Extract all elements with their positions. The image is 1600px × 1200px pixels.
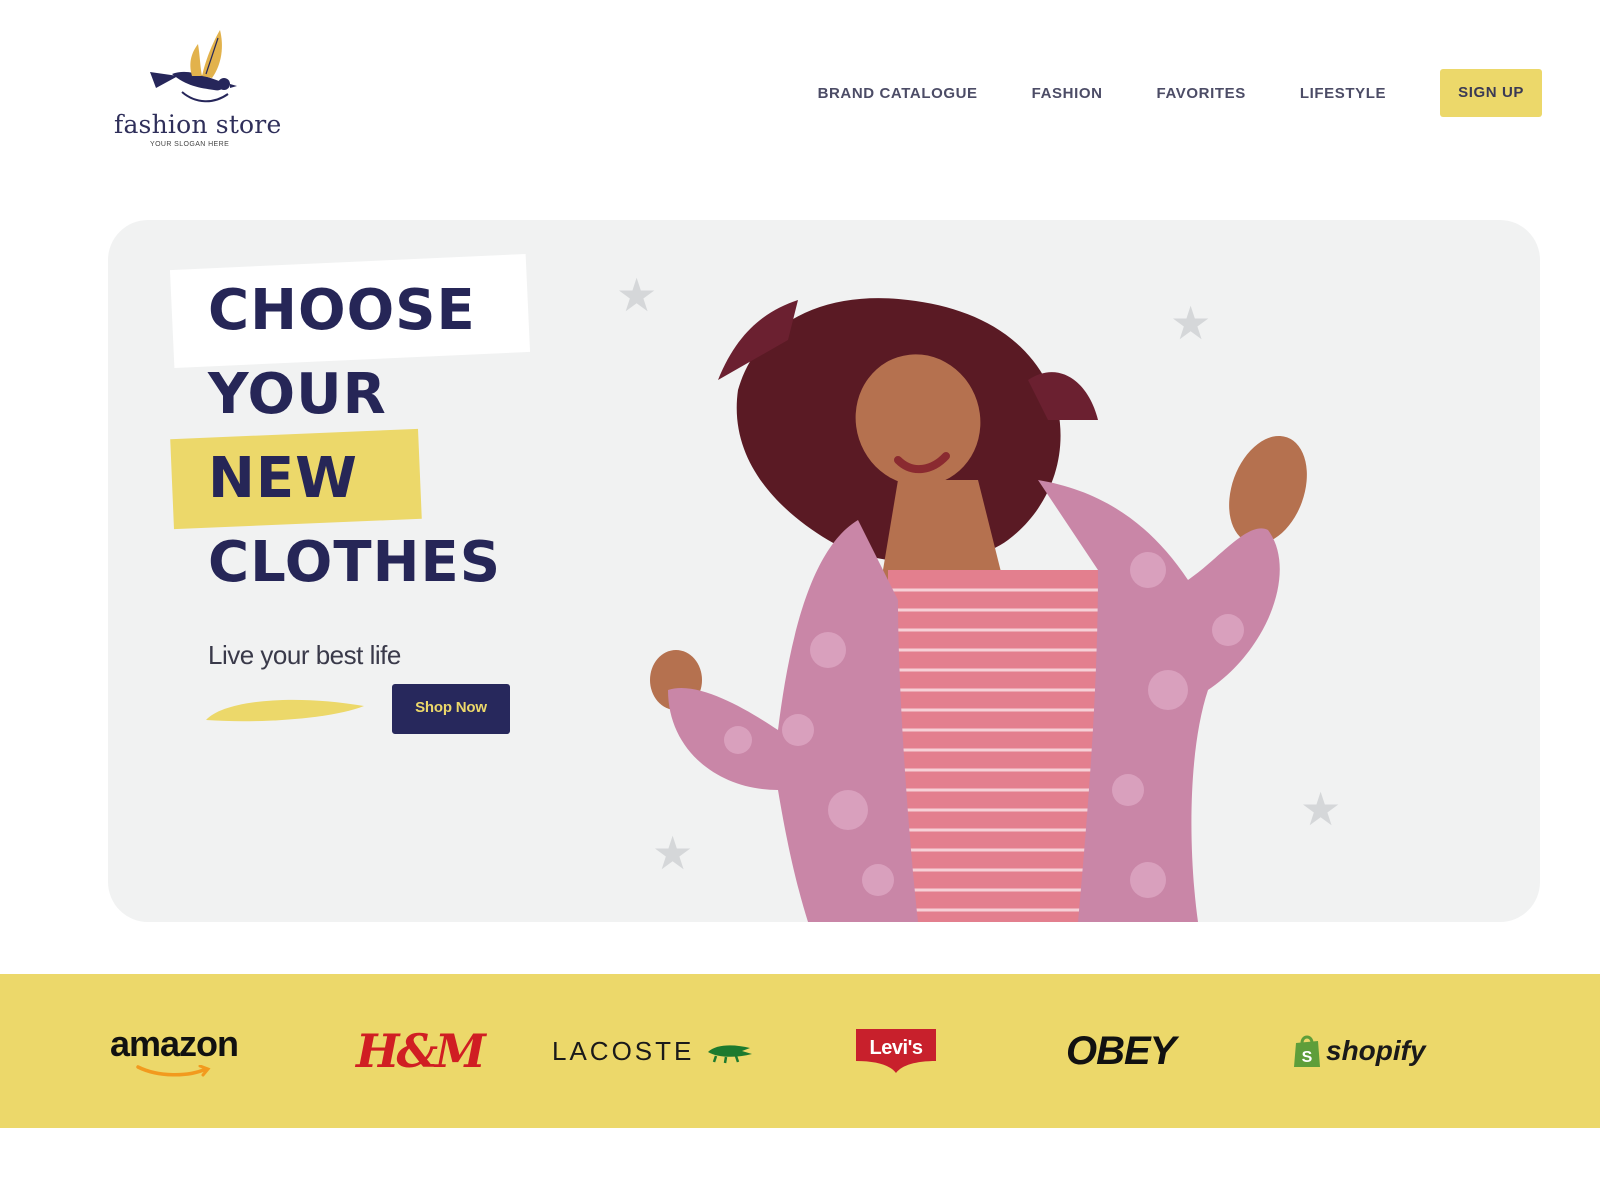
hero-tagline: Live your best life (208, 640, 401, 670)
brand-slogan: YOUR SLOGAN HERE (150, 141, 230, 148)
brand-logos-strip: amazon H&M LACOSTE Levi's OBEY S shopify (0, 974, 1600, 1128)
brand-obey[interactable]: OBEY (1066, 974, 1176, 1128)
brush-swoosh (206, 699, 364, 722)
logo[interactable]: fashion store YOUR SLOGAN HERE (110, 28, 282, 158)
swallow-bird-icon (150, 30, 237, 103)
headline-line-1: CHOOSE (208, 278, 476, 343)
amazon-smile-icon (136, 1065, 211, 1077)
nav-favorites[interactable]: FAVORITES (1157, 85, 1246, 102)
levis-batwing-icon: Levi's (856, 1029, 936, 1073)
nav-brand-catalogue[interactable]: BRAND CATALOGUE (818, 85, 978, 102)
hm-label: H&M (356, 1024, 486, 1078)
amazon-label: amazon (110, 1023, 239, 1064)
levis-label: Levi's (869, 1037, 923, 1059)
hero-model-image (650, 298, 1307, 922)
headline-line-4: CLOTHES (208, 530, 502, 595)
main-nav: BRAND CATALOGUE FASHION FAVORITES LIFEST… (764, 68, 1542, 118)
shopping-bag-icon: S (1294, 1035, 1320, 1067)
brand-levis[interactable]: Levi's (856, 974, 936, 1128)
brand-hm[interactable]: H&M (356, 974, 486, 1128)
nav-fashion[interactable]: FASHION (1032, 85, 1103, 102)
shop-now-button[interactable]: Shop Now (392, 684, 510, 734)
hero-banner: CHOOSE YOUR NEW CLOTHES Live your best l… (108, 220, 1540, 922)
nav-lifestyle[interactable]: LIFESTYLE (1300, 85, 1386, 102)
sign-up-button[interactable]: SIGN UP (1440, 69, 1542, 117)
lacoste-label: LACOSTE (552, 1035, 695, 1066)
headline-line-2: YOUR (208, 362, 387, 427)
brand-amazon[interactable]: amazon (110, 974, 239, 1128)
brand-name: fashion store (114, 110, 282, 139)
shopify-label: shopify (1326, 1035, 1426, 1066)
obey-label: OBEY (1066, 1028, 1176, 1073)
headline-line-3: NEW (208, 446, 358, 511)
brand-lacoste[interactable]: LACOSTE (552, 974, 754, 1128)
crocodile-icon (708, 1045, 753, 1064)
brand-shopify[interactable]: S shopify (1292, 974, 1426, 1128)
svg-text:S: S (1302, 1049, 1313, 1066)
